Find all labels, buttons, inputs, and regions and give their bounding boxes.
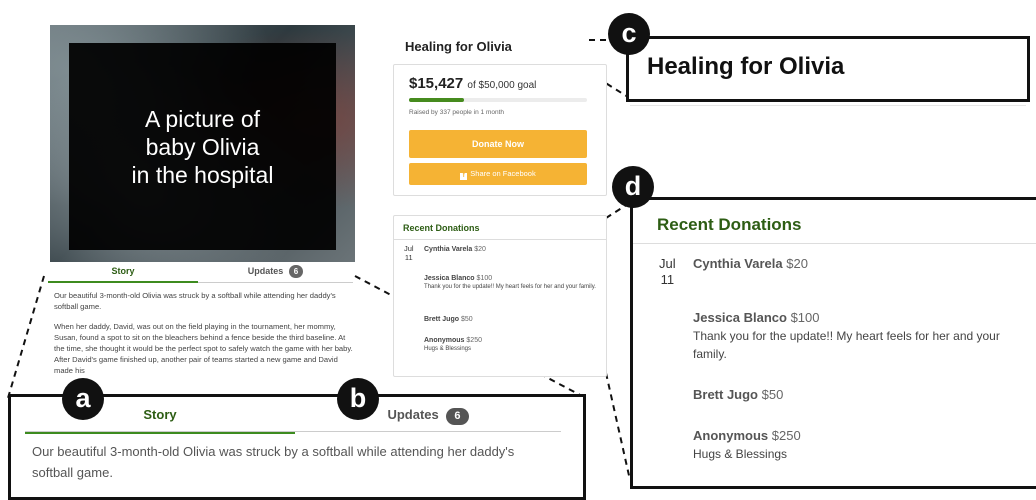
recent-donations-title-zoomed: Recent Donations (657, 215, 802, 234)
recent-donations-title: Recent Donations (403, 223, 480, 233)
story-tabs: Story Updates 6 (48, 262, 353, 283)
donation-amount: $100 (476, 275, 493, 282)
tab-updates[interactable]: Updates 6 (198, 262, 353, 281)
updates-count-badge: 6 (288, 265, 304, 278)
donation-amount: $100 (790, 310, 820, 325)
campaign-title-zoomed: Healing for Olivia (647, 53, 845, 80)
donation-amount: $50 (460, 316, 473, 323)
progress-fill (409, 98, 465, 102)
date-month: Jul (659, 256, 676, 271)
donor-name: Cynthia Varela (693, 256, 783, 271)
tab-story[interactable]: Story (48, 262, 198, 283)
annotation-badge-b: b (337, 378, 379, 420)
recent-donations-card: Recent Donations Jul 11 Cynthia Varela $… (393, 215, 607, 377)
raised-by-text: Raised by 337 people in 1 month (409, 109, 505, 116)
story-text: Our beautiful 3-month-old Olivia was str… (54, 290, 354, 385)
divider (394, 239, 606, 240)
donation-item: Anonymous $250 Hugs & Blessings (424, 336, 599, 353)
raised-amount-line: $15,427 of $50,000 goal (409, 75, 536, 92)
donation-item: Jessica Blanco $100 Thank you for the up… (693, 308, 1033, 363)
donation-message: Thank you for the update!! My heart feel… (693, 329, 1000, 361)
donation-item: Jessica Blanco $100 Thank you for the up… (424, 274, 599, 291)
donor-name: Brett Jugo (424, 316, 459, 323)
tab-updates-label: Updates (247, 266, 284, 276)
tab-updates-zoomed[interactable]: Updates 6 (295, 403, 561, 431)
donor-name: Jessica Blanco (693, 310, 787, 325)
donor-name: Anonymous (693, 428, 769, 443)
annotation-badge-a: a (62, 378, 104, 420)
donor-name: Anonymous (424, 337, 465, 344)
donation-message: Thank you for the update!! My heart feel… (424, 284, 596, 290)
date-day: 11 (404, 253, 413, 262)
donation-item: Cynthia Varela $20 (424, 245, 599, 254)
date-month: Jul (404, 244, 414, 253)
divider (630, 105, 1026, 106)
zoom-campaign-title: Healing for Olivia (626, 36, 1030, 102)
donation-item: Anonymous $250 Hugs & Blessings (693, 426, 1033, 463)
annotation-badge-c: c (608, 13, 650, 55)
annotation-badge-d: d (612, 166, 654, 208)
tab-updates-label: Updates (387, 407, 439, 422)
share-label: Share on Facebook (470, 169, 536, 178)
donor-name: Jessica Blanco (424, 275, 475, 282)
donation-amount: $50 (761, 387, 784, 402)
donation-message: Hugs & Blessings (693, 447, 788, 461)
donation-message: Hugs & Blessings (424, 346, 472, 352)
donation-item: Brett Jugo $50 (693, 385, 1033, 404)
donation-amount: $20 (474, 246, 486, 253)
donation-date: Jul 11 (404, 244, 414, 262)
goal-text: of $50,000 goal (467, 80, 537, 91)
divider (25, 431, 561, 432)
photo-caption: A picture of baby Olivia in the hospital (69, 43, 336, 250)
facebook-icon: f (460, 173, 468, 180)
divider (633, 243, 1036, 244)
date-day: 11 (660, 272, 675, 287)
story-photo: A picture of baby Olivia in the hospital (50, 25, 355, 262)
share-facebook-button[interactable]: f Share on Facebook (409, 163, 587, 185)
story-paragraph: When her daddy, David, was out on the fi… (54, 322, 353, 375)
donation-amount: $250 (466, 337, 482, 344)
donation-amount: $250 (771, 428, 801, 443)
updates-count-badge: 6 (446, 408, 469, 425)
zoom-recent-donations: Recent Donations Jul 11 Cynthia Varela $… (630, 197, 1036, 489)
donation-item: Brett Jugo $50 (424, 315, 599, 324)
campaign-title: Healing for Olivia (405, 39, 512, 54)
goal-card: $15,427 of $50,000 goal Raised by 337 pe… (393, 64, 607, 196)
progress-bar (409, 98, 587, 102)
donation-item: Cynthia Varela $20 (693, 254, 1033, 273)
donate-now-button[interactable]: Donate Now (409, 130, 587, 158)
story-paragraph: Our beautiful 3-month-old Olivia was str… (54, 291, 336, 311)
donor-name: Brett Jugo (693, 387, 758, 402)
donation-amount: $20 (786, 256, 808, 271)
raised-amount: $15,427 (409, 75, 464, 92)
story-text-zoomed: Our beautiful 3-month-old Olivia was str… (32, 444, 515, 480)
donation-date-zoomed: Jul 11 (659, 256, 676, 288)
donor-name: Cynthia Varela (424, 246, 473, 253)
